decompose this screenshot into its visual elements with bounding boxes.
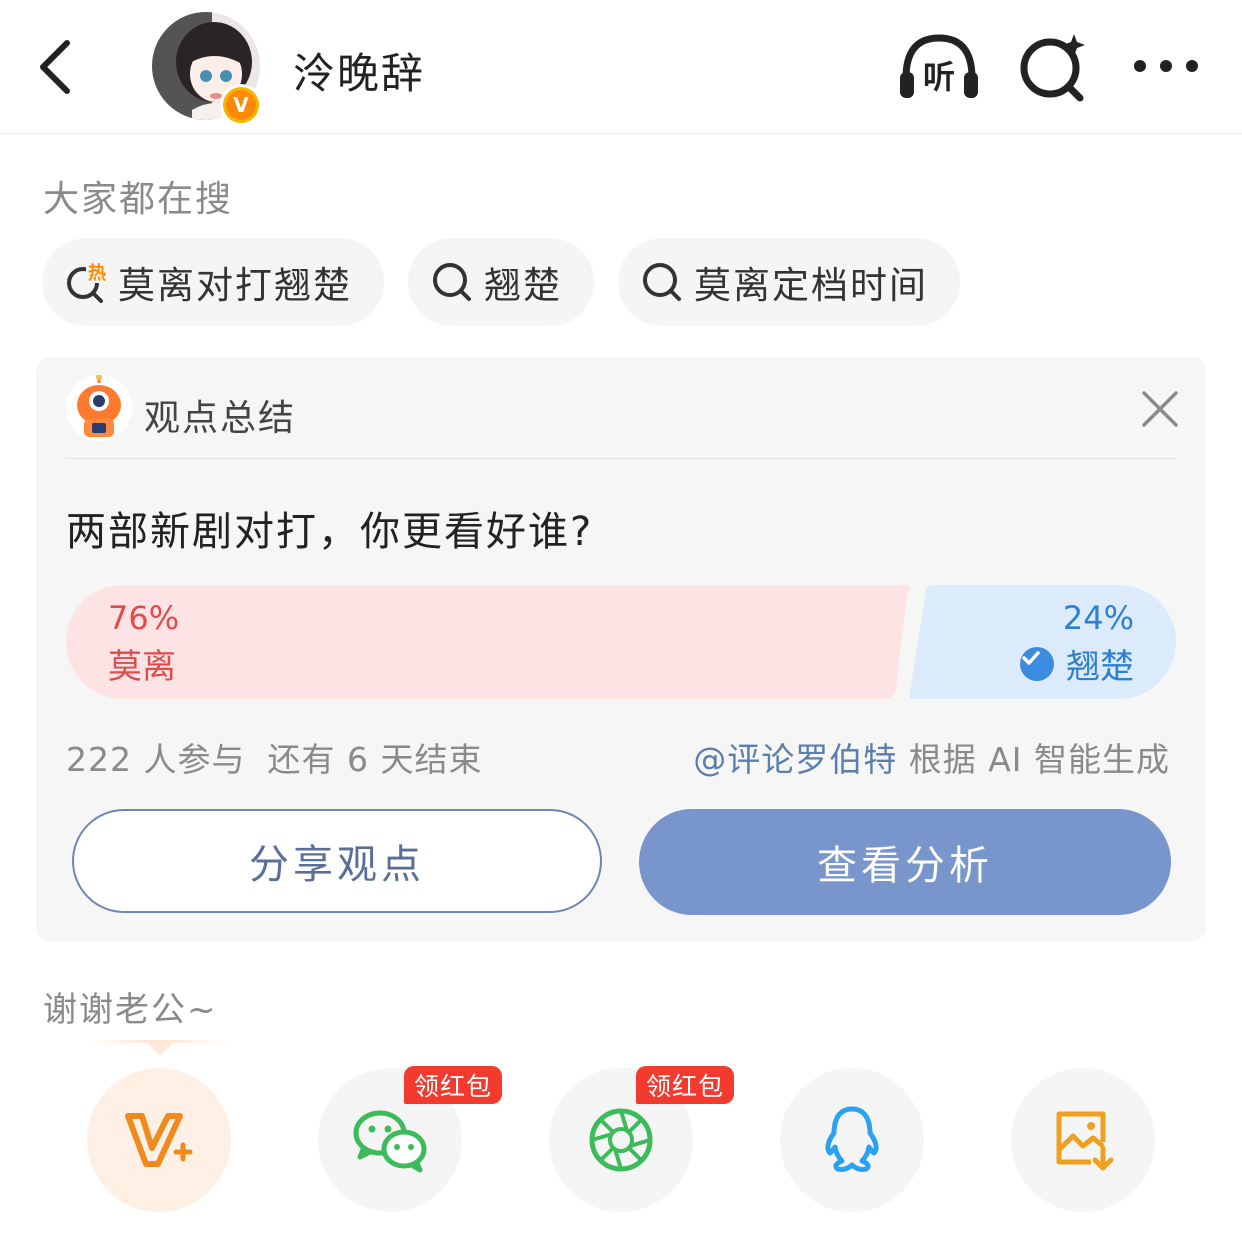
close-button[interactable] bbox=[1138, 387, 1182, 431]
card-title: 观点总结 bbox=[144, 398, 297, 439]
poll-bar: 76% 莫离 24% 翘楚 bbox=[66, 585, 1176, 699]
back-button[interactable] bbox=[28, 32, 82, 102]
share-opinion-button[interactable]: 分享观点 bbox=[72, 809, 602, 913]
poll-question: 两部新剧对打，你更看好谁? bbox=[66, 509, 594, 555]
v-icon: V bbox=[226, 90, 256, 120]
search-icon bbox=[1020, 34, 1085, 102]
tooltip-pointer bbox=[86, 1040, 232, 1056]
search-button[interactable] bbox=[1018, 30, 1088, 102]
moments-icon bbox=[589, 1108, 653, 1172]
search-icon bbox=[432, 261, 474, 303]
card-header: 观点总结 bbox=[66, 375, 1178, 459]
time-remaining: 还有 6 天结束 bbox=[267, 740, 483, 779]
hot-search-icon: 热 bbox=[66, 261, 108, 303]
source-account-link[interactable]: @评论罗伯特 bbox=[693, 740, 897, 779]
option-a-label: 莫离 bbox=[108, 647, 176, 687]
opinion-summary-card: 观点总结 两部新剧对打，你更看好谁? 76% 莫离 24% 翘楚 222 人参与… bbox=[36, 357, 1206, 941]
trending-chip-3[interactable]: 莫离定档时间 bbox=[618, 238, 960, 326]
vplus-icon bbox=[125, 1113, 193, 1167]
page-title: 泠晚辞 bbox=[293, 49, 426, 98]
source-note: @评论罗伯特 根据 AI 智能生成 bbox=[693, 733, 1170, 781]
top-bar: V 泠晚辞 听 bbox=[0, 0, 1242, 134]
chip-label: 莫离对打翘楚 bbox=[118, 264, 352, 307]
chip-label: 翘楚 bbox=[484, 264, 562, 307]
view-analysis-button[interactable]: 查看分析 bbox=[639, 809, 1171, 915]
hot-badge: 热 bbox=[88, 262, 106, 284]
option-a-percent: 76% bbox=[108, 599, 180, 637]
more-dots-icon bbox=[1134, 60, 1198, 72]
verified-badge: V bbox=[220, 84, 262, 126]
poll-meta: 222 人参与 还有 6 天结束 bbox=[66, 733, 482, 781]
search-icon bbox=[642, 261, 684, 303]
listen-button[interactable]: 听 bbox=[896, 30, 982, 102]
poll-option-b-fill[interactable] bbox=[909, 585, 1176, 699]
listen-label: 听 bbox=[923, 58, 955, 96]
option-b-percent: 24% bbox=[1062, 599, 1134, 637]
share-qq-button[interactable] bbox=[780, 1068, 924, 1212]
trending-chip-1[interactable]: 热 莫离对打翘楚 bbox=[42, 238, 384, 326]
participant-count: 222 人参与 bbox=[66, 740, 246, 779]
post-caption: 谢谢老公~ bbox=[43, 990, 218, 1030]
more-button[interactable] bbox=[1130, 48, 1202, 84]
option-b-label: 翘楚 bbox=[1066, 647, 1134, 687]
chevron-left-icon bbox=[40, 40, 70, 94]
ai-generated-note: 根据 AI 智能生成 bbox=[908, 740, 1170, 779]
close-icon bbox=[1142, 391, 1178, 427]
qq-icon bbox=[825, 1106, 879, 1172]
poll-option-a-fill[interactable] bbox=[66, 585, 910, 699]
red-packet-tag: 领红包 bbox=[636, 1066, 735, 1104]
headphones-icon: 听 bbox=[900, 34, 978, 98]
wechat-icon bbox=[353, 1110, 427, 1173]
ai-robot-icon bbox=[66, 375, 132, 441]
chip-label: 莫离定档时间 bbox=[694, 264, 928, 307]
red-packet-tag: 领红包 bbox=[404, 1066, 503, 1104]
share-vplus-button[interactable] bbox=[87, 1068, 231, 1212]
trending-chip-2[interactable]: 翘楚 bbox=[408, 238, 594, 326]
checkmark-icon bbox=[1020, 647, 1054, 681]
trending-title: 大家都在搜 bbox=[43, 179, 234, 220]
save-image-button[interactable] bbox=[1011, 1068, 1155, 1212]
save-image-icon bbox=[1056, 1111, 1114, 1171]
